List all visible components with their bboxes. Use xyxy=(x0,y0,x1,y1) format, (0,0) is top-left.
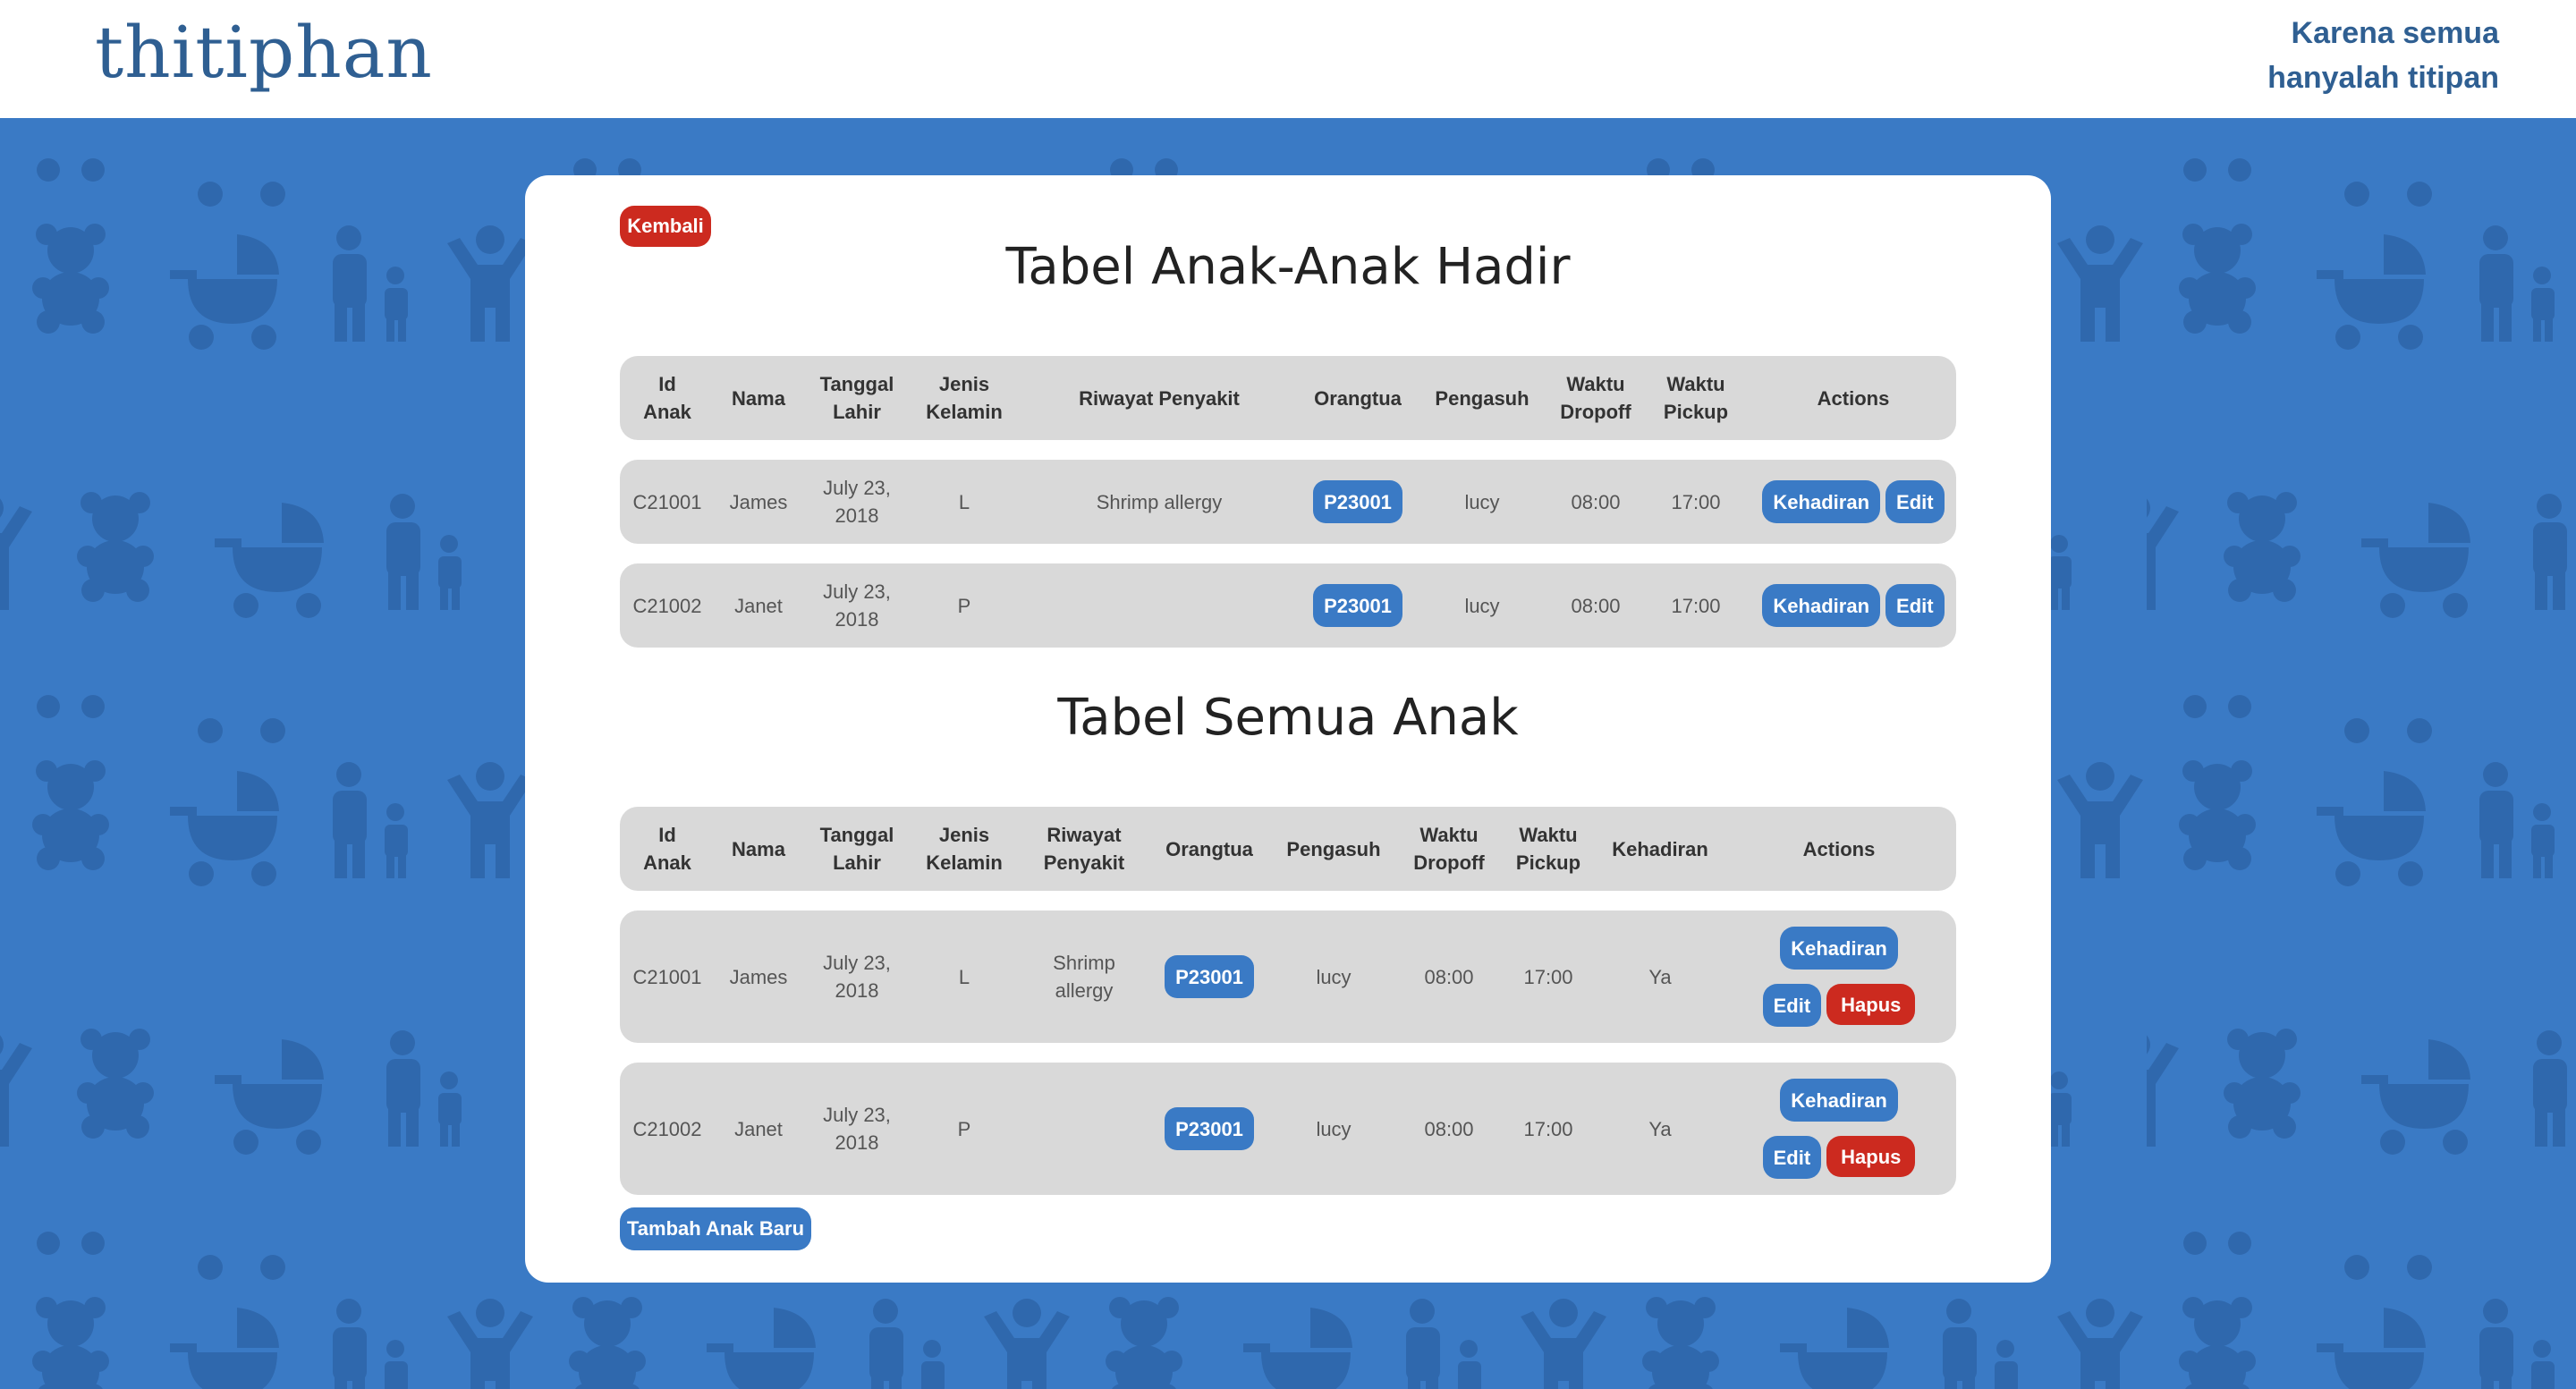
add-child-button[interactable]: Tambah Anak Baru xyxy=(620,1207,811,1250)
edit-button[interactable]: Edit xyxy=(1762,984,1822,1027)
cell-parent: P23001 xyxy=(1301,584,1414,627)
col-caregiver-header: Pengasuh xyxy=(1286,837,1381,860)
table-row: C21001 James July 23, 2018 L Shrimp aller… xyxy=(620,460,1956,544)
cell-dropoff: 08:00 xyxy=(1424,965,1474,988)
cell-parent: P23001 xyxy=(1301,480,1414,523)
col-name-header: Nama xyxy=(732,386,785,410)
cell-pickup: 17:00 xyxy=(1671,490,1721,513)
cell-name: James xyxy=(729,965,788,988)
cell-actions: Kehadiran Edit Hapus xyxy=(1722,1079,1956,1179)
col-actions-header: Actions xyxy=(1817,386,1890,410)
parent-link[interactable]: P23001 xyxy=(1313,480,1402,523)
cell-gender: P xyxy=(957,1117,971,1140)
table-header-row: Id Anak Nama Tanggal Lahir Jenis Kelamin Ri… xyxy=(620,356,1956,440)
top-header: thitiphan Karena semua hanyalah titipan xyxy=(0,0,2576,118)
cell-pickup: 17:00 xyxy=(1523,965,1573,988)
table-row: C21002 Janet July 23, 2018 P P23001 lucy … xyxy=(620,563,1956,648)
tagline: Karena semua hanyalah titipan xyxy=(2267,11,2499,100)
cell-name: Janet xyxy=(734,1117,783,1140)
cell-pickup: 17:00 xyxy=(1523,1117,1573,1140)
table-row: C21002 Janet July 23, 2018 P P23001 lucy … xyxy=(620,1063,1956,1195)
cell-id: C21001 xyxy=(632,490,702,513)
cell-history: Shrimp allergy xyxy=(1096,490,1223,513)
col-parent-header: Orangtua xyxy=(1165,837,1253,860)
cell-dropoff: 08:00 xyxy=(1571,594,1621,617)
cell-dropoff: 08:00 xyxy=(1571,490,1621,513)
all-children-table: Id Anak Nama Tanggal Lahir Jenis Kelamin Ri… xyxy=(620,807,1956,1215)
cell-attendance: Ya xyxy=(1648,965,1672,988)
edit-button[interactable]: Edit xyxy=(1885,480,1945,523)
cell-dob: July 23, 2018 xyxy=(823,1104,891,1154)
col-name-header: Nama xyxy=(732,837,785,860)
tagline-line-2: hanyalah titipan xyxy=(2267,61,2499,95)
cell-dob: July 23, 2018 xyxy=(823,952,891,1002)
col-pickup-header: Waktu Pickup xyxy=(1663,373,1729,423)
cell-history: Shrimp allergy xyxy=(1053,952,1115,1002)
col-dropoff-header: Waktu Dropoff xyxy=(1560,373,1631,423)
cell-pickup: 17:00 xyxy=(1671,594,1721,617)
col-history-header: Riwayat Penyakit xyxy=(1043,824,1125,874)
attendance-button[interactable]: Kehadiran xyxy=(1762,480,1881,523)
cell-gender: P xyxy=(957,594,971,617)
cell-caregiver: lucy xyxy=(1464,490,1500,513)
cell-id: C21002 xyxy=(632,1117,702,1140)
col-dob-header: Tanggal Lahir xyxy=(819,824,894,874)
attendance-button[interactable]: Kehadiran xyxy=(1780,927,1898,970)
cell-parent: P23001 xyxy=(1151,955,1267,998)
cell-dob: July 23, 2018 xyxy=(823,477,891,527)
col-dropoff-header: Waktu Dropoff xyxy=(1413,824,1485,874)
col-attendance-header: Kehadiran xyxy=(1612,837,1708,860)
col-parent-header: Orangtua xyxy=(1314,386,1402,410)
parent-link[interactable]: P23001 xyxy=(1165,1107,1254,1150)
parent-link[interactable]: P23001 xyxy=(1313,584,1402,627)
edit-button[interactable]: Edit xyxy=(1885,584,1945,627)
cell-gender: L xyxy=(958,965,970,988)
all-table-title: Tabel Semua Anak xyxy=(1057,689,1519,747)
cell-parent: P23001 xyxy=(1151,1107,1267,1150)
site-logo[interactable]: thitiphan xyxy=(95,13,433,93)
present-children-table: Id Anak Nama Tanggal Lahir Jenis Kelamin Ri… xyxy=(620,356,1956,667)
cell-dropoff: 08:00 xyxy=(1424,1117,1474,1140)
parent-link[interactable]: P23001 xyxy=(1165,955,1254,998)
delete-button[interactable]: Hapus xyxy=(1826,1136,1916,1177)
edit-button[interactable]: Edit xyxy=(1762,1136,1822,1179)
cell-actions: Kehadiran Edit xyxy=(1750,584,1956,627)
cell-dob: July 23, 2018 xyxy=(823,580,891,631)
content-card: Kembali Tabel Anak-Anak Hadir Id Anak Nam… xyxy=(525,175,2051,1283)
col-gender-header: Jenis Kelamin xyxy=(926,824,1003,874)
col-actions-header: Actions xyxy=(1802,837,1876,860)
col-dob-header: Tanggal Lahir xyxy=(819,373,894,423)
col-id-header: Id Anak xyxy=(643,824,691,874)
col-history-header: Riwayat Penyakit xyxy=(1079,386,1240,410)
table-row: C21001 James July 23, 2018 L Shrimp allerg… xyxy=(620,910,1956,1043)
present-table-title: Tabel Anak-Anak Hadir xyxy=(1005,238,1571,296)
col-caregiver-header: Pengasuh xyxy=(1435,386,1530,410)
tagline-line-1: Karena semua xyxy=(2291,16,2499,50)
col-gender-header: Jenis Kelamin xyxy=(926,373,1003,423)
col-id-header: Id Anak xyxy=(643,373,691,423)
cell-gender: L xyxy=(958,490,970,513)
cell-id: C21001 xyxy=(632,965,702,988)
col-pickup-header: Waktu Pickup xyxy=(1515,824,1581,874)
cell-id: C21002 xyxy=(632,594,702,617)
cell-actions: Kehadiran Edit xyxy=(1750,480,1956,523)
attendance-button[interactable]: Kehadiran xyxy=(1780,1079,1898,1122)
cell-name: James xyxy=(729,490,788,513)
cell-name: Janet xyxy=(734,594,783,617)
table-header-row: Id Anak Nama Tanggal Lahir Jenis Kelamin Ri… xyxy=(620,807,1956,891)
attendance-button[interactable]: Kehadiran xyxy=(1762,584,1881,627)
cell-caregiver: lucy xyxy=(1316,965,1352,988)
cell-caregiver: lucy xyxy=(1464,594,1500,617)
cell-actions: Kehadiran Edit Hapus xyxy=(1722,927,1956,1027)
cell-attendance: Ya xyxy=(1648,1117,1672,1140)
delete-button[interactable]: Hapus xyxy=(1826,984,1916,1025)
cell-caregiver: lucy xyxy=(1316,1117,1352,1140)
